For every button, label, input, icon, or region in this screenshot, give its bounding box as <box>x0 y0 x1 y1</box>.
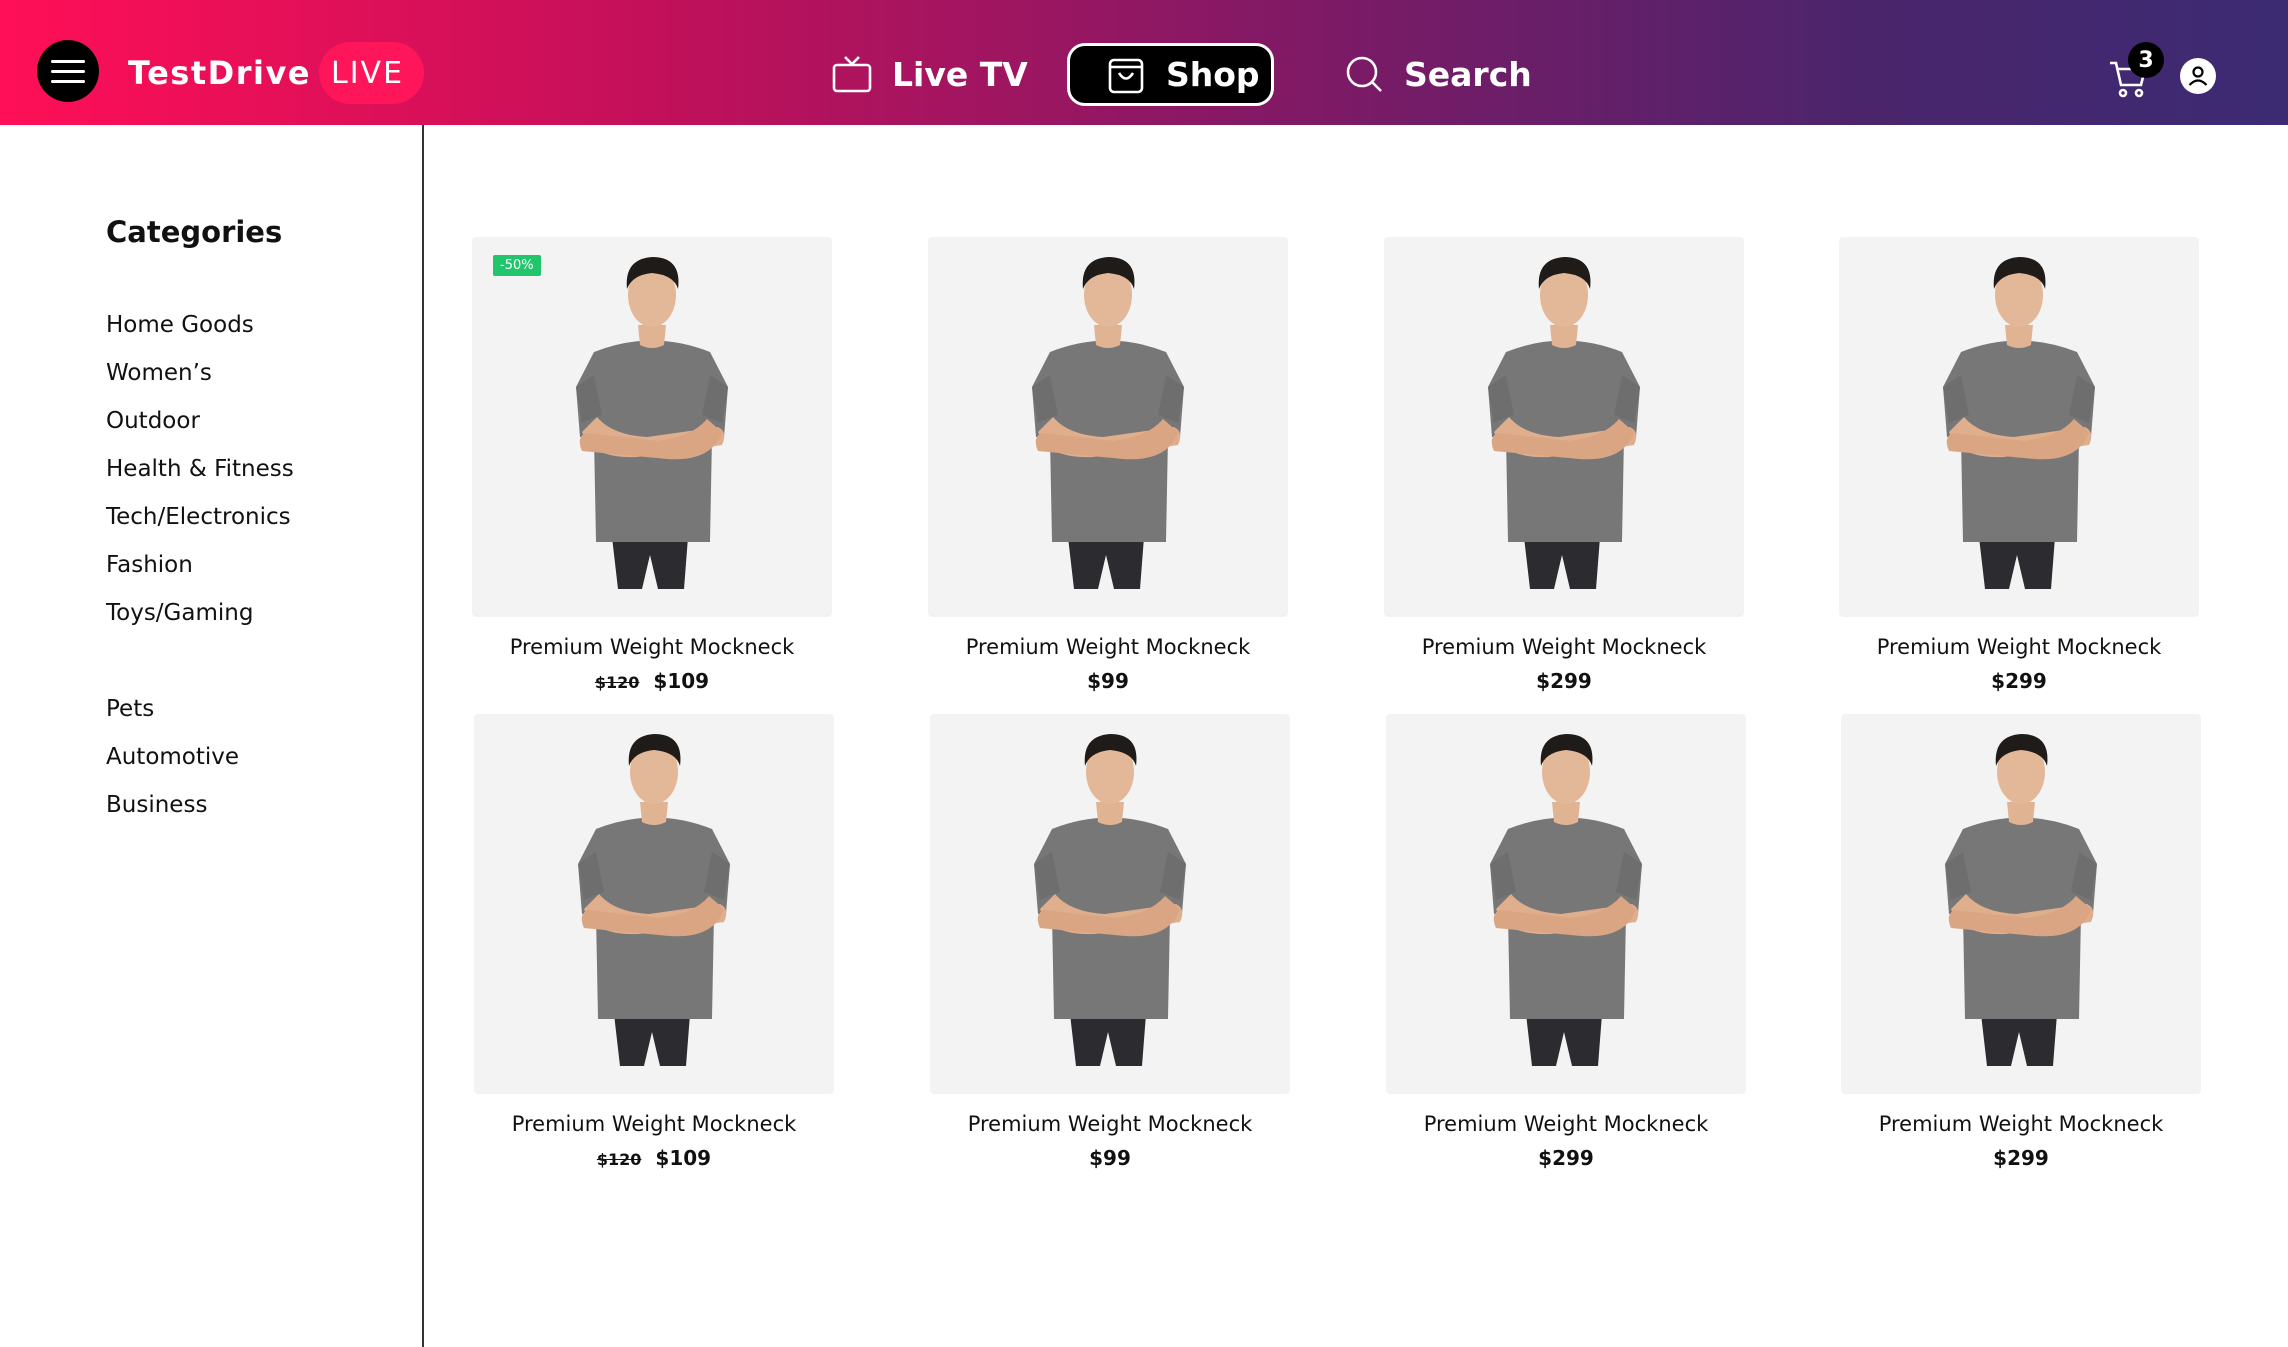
current-price: $299 <box>1538 1146 1594 1170</box>
original-price: $120 <box>594 673 640 692</box>
menu-line <box>51 59 85 63</box>
product-name[interactable]: Premium Weight Mockneck <box>1384 635 1744 659</box>
categories-sidebar: Categories Home Goods Women’s Outdoor He… <box>0 125 424 1347</box>
product-model-image <box>578 734 730 1066</box>
product-image[interactable] <box>474 714 834 1094</box>
current-price: $109 <box>655 1146 712 1170</box>
category-automotive[interactable]: Automotive <box>106 733 294 781</box>
current-price: $299 <box>1991 669 2047 693</box>
cart-count-badge: 3 <box>2128 42 2164 78</box>
category-outdoor[interactable]: Outdoor <box>106 397 294 445</box>
top-nav-bar: TestDrive LIVE Live TV Shop Search 3 <box>0 0 2288 125</box>
product-image[interactable] <box>1384 237 1744 617</box>
product-card[interactable]: Premium Weight Mockneck $299 <box>1386 714 1746 1170</box>
product-price-row: $299 <box>1384 669 1744 693</box>
product-name[interactable]: Premium Weight Mockneck <box>928 635 1288 659</box>
product-price-row: $120 $109 <box>474 1146 834 1170</box>
product-name[interactable]: Premium Weight Mockneck <box>930 1112 1290 1136</box>
product-card[interactable]: Premium Weight Mockneck $299 <box>1839 237 2199 693</box>
tv-icon <box>832 54 872 94</box>
current-price: $109 <box>653 669 710 693</box>
product-card[interactable]: Premium Weight Mockneck $299 <box>1841 714 2201 1170</box>
search-icon <box>1344 54 1384 94</box>
product-model-image <box>1945 734 2097 1066</box>
category-toys-gaming[interactable]: Toys/Gaming <box>106 589 294 637</box>
product-model-image <box>1488 257 1640 589</box>
nav-shop[interactable]: Shop <box>1067 43 1274 106</box>
product-model-image <box>1034 734 1186 1066</box>
categories-heading: Categories <box>106 215 283 249</box>
category-home-goods[interactable]: Home Goods <box>106 301 294 349</box>
product-price-row: $120 $109 <box>472 669 832 693</box>
product-price-row: $99 <box>930 1146 1290 1170</box>
product-price-row: $99 <box>928 669 1288 693</box>
user-icon <box>2188 66 2208 86</box>
product-image[interactable] <box>1841 714 2201 1094</box>
product-image[interactable]: -50% <box>472 237 832 617</box>
current-price: $299 <box>1536 669 1592 693</box>
discount-badge: -50% <box>493 255 541 276</box>
category-tech-electronics[interactable]: Tech/Electronics <box>106 493 294 541</box>
product-model-image <box>1943 257 2095 589</box>
product-name[interactable]: Premium Weight Mockneck <box>1841 1112 2201 1136</box>
logo-live-badge: LIVE <box>319 42 425 104</box>
product-model-image <box>576 257 728 589</box>
current-price: $299 <box>1993 1146 2049 1170</box>
product-card[interactable]: Premium Weight Mockneck $299 <box>1384 237 1744 693</box>
category-health-fitness[interactable]: Health & Fitness <box>106 445 294 493</box>
product-price-row: $299 <box>1839 669 2199 693</box>
nav-search-label: Search <box>1404 54 1532 94</box>
user-account-button[interactable] <box>2180 58 2216 94</box>
logo-text: TestDrive <box>128 54 311 92</box>
menu-line <box>51 69 85 73</box>
product-image[interactable] <box>1386 714 1746 1094</box>
product-card[interactable]: -50% Premium Weight Mockneck $120 $109 <box>472 237 832 693</box>
current-price: $99 <box>1087 669 1129 693</box>
product-price-row: $299 <box>1841 1146 2201 1170</box>
product-card[interactable]: Premium Weight Mockneck $120 $109 <box>474 714 834 1170</box>
nav-live-tv[interactable]: Live TV <box>832 44 1028 104</box>
category-business[interactable]: Business <box>106 781 294 829</box>
category-spacer <box>106 637 294 685</box>
nav-live-tv-label: Live TV <box>892 54 1028 94</box>
original-price: $120 <box>596 1150 642 1169</box>
product-name[interactable]: Premium Weight Mockneck <box>472 635 832 659</box>
product-model-image <box>1490 734 1642 1066</box>
product-card[interactable]: Premium Weight Mockneck $99 <box>930 714 1290 1170</box>
category-pets[interactable]: Pets <box>106 685 294 733</box>
product-card[interactable]: Premium Weight Mockneck $99 <box>928 237 1288 693</box>
product-image[interactable] <box>1839 237 2199 617</box>
category-fashion[interactable]: Fashion <box>106 541 294 589</box>
testdrive-live-logo[interactable]: TestDrive LIVE <box>128 42 425 104</box>
product-name[interactable]: Premium Weight Mockneck <box>474 1112 834 1136</box>
category-list: Home Goods Women’s Outdoor Health & Fitn… <box>106 301 294 829</box>
product-name[interactable]: Premium Weight Mockneck <box>1839 635 2199 659</box>
shopping-bag-icon <box>1108 56 1144 94</box>
product-price-row: $299 <box>1386 1146 1746 1170</box>
product-image[interactable] <box>930 714 1290 1094</box>
product-model-image <box>1032 257 1184 589</box>
current-price: $99 <box>1089 1146 1131 1170</box>
hamburger-menu-button[interactable] <box>37 40 99 102</box>
nav-search[interactable]: Search <box>1344 44 1532 104</box>
product-name[interactable]: Premium Weight Mockneck <box>1386 1112 1746 1136</box>
product-image[interactable] <box>928 237 1288 617</box>
menu-line <box>51 79 85 83</box>
category-womens[interactable]: Women’s <box>106 349 294 397</box>
nav-shop-label: Shop <box>1166 55 1260 94</box>
